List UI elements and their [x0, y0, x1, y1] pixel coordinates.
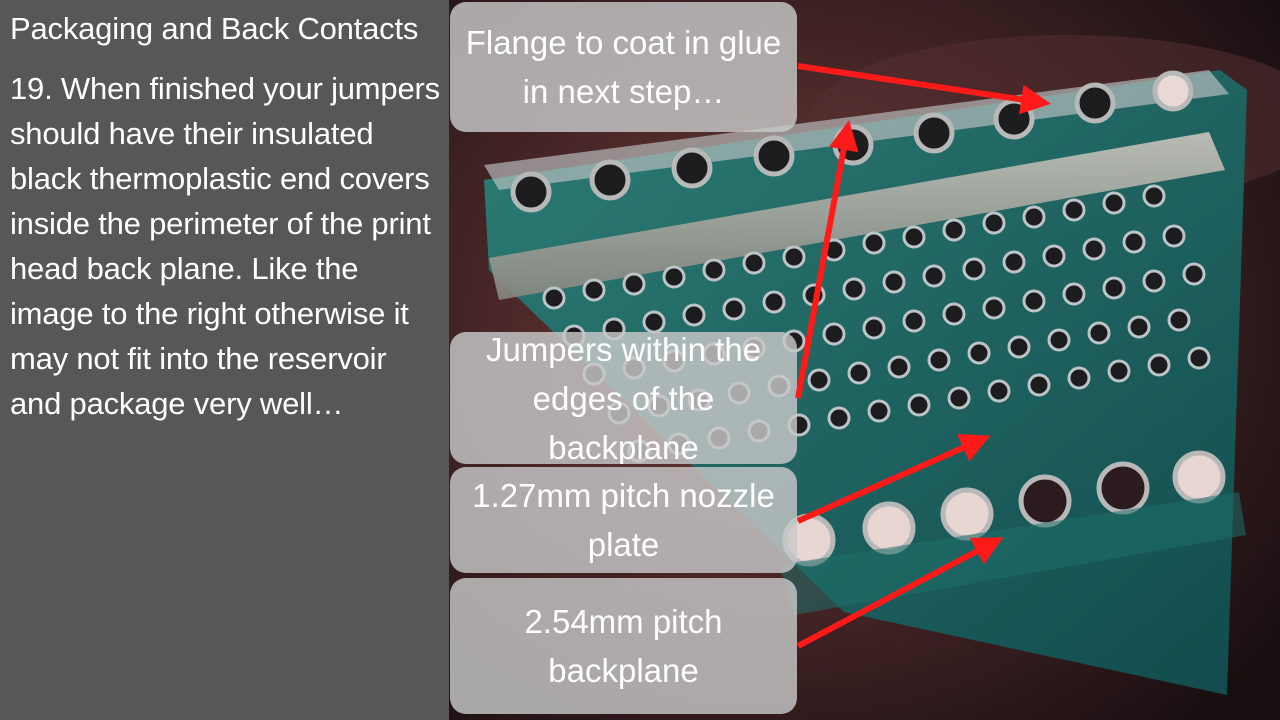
callout-nozzle-plate-label: 1.27mm pitch nozzle plate — [472, 477, 775, 563]
callout-flange: Flange to coat in glue in next step… — [450, 2, 797, 132]
slide-title: Packaging and Back Contacts — [10, 11, 419, 46]
callout-flange-label: Flange to coat in glue in next step… — [465, 24, 782, 110]
callout-backplane: 2.54mm pitch backplane — [450, 578, 797, 714]
slide-body-text: 19. When finished your jumpers should ha… — [10, 71, 440, 421]
text-panel: Packaging and Back Contacts 19. When fin… — [0, 0, 449, 720]
callout-backplane-label: 2.54mm pitch backplane — [524, 603, 723, 689]
slide: Packaging and Back Contacts 19. When fin… — [0, 0, 1280, 720]
callout-jumpers: Jumpers within the edges of the backplan… — [450, 332, 797, 464]
callout-nozzle-plate: 1.27mm pitch nozzle plate — [450, 467, 797, 573]
callout-jumpers-label: Jumpers within the edges of the backplan… — [485, 332, 762, 464]
